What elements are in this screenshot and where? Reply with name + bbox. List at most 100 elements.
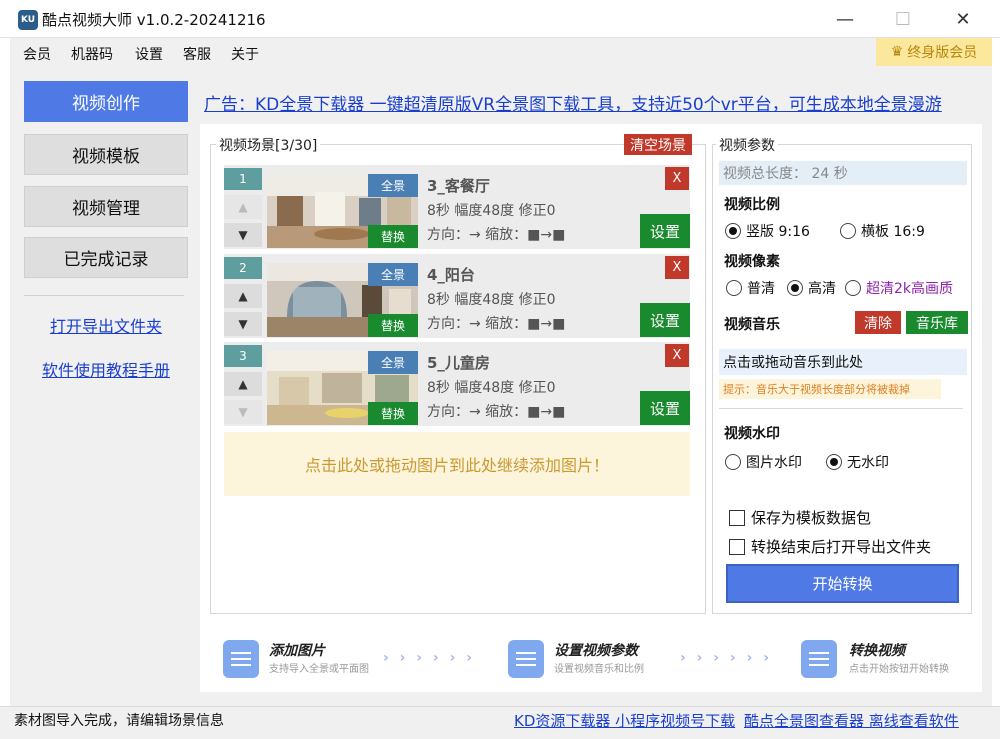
status-text: 素材图导入完成，请编辑场景信息 [14,713,224,729]
radio-dot [787,280,803,296]
radio-dot [725,454,741,470]
scene-direction: 方向：→ 缩放：■→■ [427,227,566,243]
radio-label: 无水印 [847,455,889,471]
panorama-tag: 全景 [368,174,418,197]
radio-dot [845,280,861,296]
step-arrows: › › › › › › [680,650,772,666]
radio-label: 竖版 9:16 [746,224,810,240]
music-library-button[interactable]: 音乐库 [906,311,968,334]
nav-video-template[interactable]: 视频模板 [24,134,188,175]
ratio-landscape-radio[interactable]: 横板 16:9 [840,221,925,241]
replace-image-button[interactable]: 替换 [368,225,418,248]
move-up-button[interactable]: ▲ [224,195,262,219]
step-title: 转换视频 [849,643,905,659]
scene-row: 1 ▲ ▼ 全景 替换 3_客餐厅 8秒 幅度48度 修正0 方向：→ 缩放：■… [224,165,690,249]
replace-image-button[interactable]: 替换 [368,402,418,425]
delete-scene-button[interactable]: X [665,167,689,190]
menu-machine-code[interactable]: 机器码 [71,44,113,64]
panorama-tag: 全景 [368,263,418,286]
menu-member[interactable]: 会员 [23,44,51,64]
app-icon: KU [18,10,38,30]
vip-label: 终身版会员 [907,45,978,61]
scene-direction: 方向：→ 缩放：■→■ [427,316,566,332]
replace-image-button[interactable]: 替换 [368,314,418,337]
menu-settings[interactable]: 设置 [135,44,163,64]
watermark-label: 视频水印 [724,426,780,442]
total-length: 视频总长度： 24 秒 [719,161,967,185]
scene-index: 2 [224,257,262,279]
radio-dot [726,280,742,296]
scene-list-title: 视频场景[3/30] [216,135,321,155]
vip-badge[interactable]: ♛ 终身版会员 [876,38,992,66]
music-clear-button[interactable]: 清除 [855,311,901,334]
close-button[interactable]: ✕ [936,0,990,38]
checkbox-box [729,538,745,555]
nav-completed-records[interactable]: 已完成记录 [24,237,188,278]
scene-info: 8秒 幅度48度 修正0 [427,203,556,219]
radio-dot [840,223,856,239]
scene-name: 4_阳台 [427,266,475,284]
pixel-2k-radio[interactable]: 超清2k高画质 [845,278,953,298]
pixel-standard-radio[interactable]: 普清 [726,278,775,298]
ad-link[interactable]: 广告：KD全景下载器 一键超清原版VR全景图下载工具，支持近50个vr平台，可生… [204,90,942,115]
kd-downloader-link[interactable]: KD资源下载器 小程序视频号下载 [514,710,735,731]
watermark-image-radio[interactable]: 图片水印 [725,452,802,472]
ratio-label: 视频比例 [724,197,780,213]
scene-direction: 方向：→ 缩放：■→■ [427,404,566,420]
add-image-step-icon [223,640,259,678]
delete-scene-button[interactable]: X [665,256,689,279]
radio-dot [725,223,741,239]
menu-about[interactable]: 关于 [231,44,259,64]
nav-video-manage[interactable]: 视频管理 [24,186,188,227]
music-label: 视频音乐 [724,317,780,333]
move-down-button[interactable]: ▼ [224,223,262,247]
delete-scene-button[interactable]: X [665,344,689,367]
step-title: 设置视频参数 [554,643,638,659]
scene-settings-button[interactable]: 设置 [640,391,690,425]
radio-label: 横板 16:9 [861,224,925,240]
scene-index: 3 [224,345,262,367]
scene-settings-button[interactable]: 设置 [640,303,690,337]
scene-row: 3 ▲ ▼ 全景 替换 5_儿童房 8秒 幅度48度 修正0 方向：→ 缩放：■… [224,342,690,426]
radio-label: 普清 [747,281,775,297]
add-image-dropzone[interactable]: 点击此处或拖动图片到此处继续添加图片！ [224,432,690,496]
open-folder-after-checkbox[interactable]: 转换结束后打开导出文件夹 [729,536,931,557]
checkbox-label: 保存为模板数据包 [751,509,872,527]
move-down-button[interactable]: ▼ [224,400,262,424]
radio-dot [826,454,842,470]
move-up-button[interactable]: ▲ [224,284,262,308]
step-title: 添加图片 [269,643,325,659]
music-dropzone[interactable]: 点击或拖动音乐到此处 [719,349,967,375]
minimize-button[interactable]: — [818,0,872,38]
settings-step-icon [508,640,544,678]
nav-video-create[interactable]: 视频创作 [24,81,188,122]
radio-label: 图片水印 [746,455,802,471]
radio-label: 超清2k高画质 [866,281,954,297]
params-divider [719,408,963,409]
scene-name: 3_客餐厅 [427,177,490,195]
maximize-button[interactable]: ☐ [876,0,930,38]
watermark-none-radio[interactable]: 无水印 [826,452,889,472]
scene-settings-button[interactable]: 设置 [640,214,690,248]
checkbox-box [729,509,745,526]
clear-scenes-button[interactable]: 清空场景 [624,134,692,155]
music-tip: 提示：音乐大于视频长度部分将被裁掉 [719,379,941,399]
scene-row: 2 ▲ ▼ 全景 替换 4_阳台 8秒 幅度48度 修正0 方向：→ 缩放：■→… [224,254,690,338]
checkbox-label: 转换结束后打开导出文件夹 [751,538,932,556]
scene-index: 1 [224,168,262,190]
move-up-button[interactable]: ▲ [224,372,262,396]
panorama-tag: 全景 [368,351,418,374]
ratio-portrait-radio[interactable]: 竖版 9:16 [725,221,810,241]
move-down-button[interactable]: ▼ [224,312,262,336]
save-template-checkbox[interactable]: 保存为模板数据包 [729,507,871,528]
step-arrows: › › › › › › [383,650,475,666]
step-desc: 支持导入全景或平面图 [269,664,369,675]
panorama-viewer-link[interactable]: 酷点全景图查看器 离线查看软件 [744,710,959,731]
menu-support[interactable]: 客服 [183,44,211,64]
start-convert-button[interactable]: 开始转换 [726,564,959,603]
open-export-folder-link[interactable]: 打开导出文件夹 [24,313,188,337]
pixel-hd-radio[interactable]: 高清 [787,278,836,298]
step-desc: 设置视频音乐和比例 [554,664,644,675]
video-params-title: 视频参数 [716,135,778,155]
tutorial-manual-link[interactable]: 软件使用教程手册 [24,357,188,381]
